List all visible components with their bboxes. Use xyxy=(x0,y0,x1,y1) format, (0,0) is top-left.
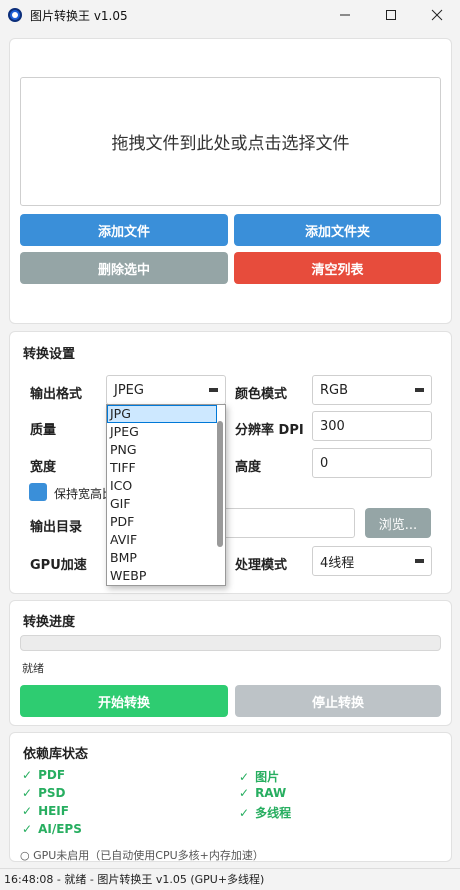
progress-panel: 转换进度 就绪 开始转换 停止转换 xyxy=(9,600,452,726)
dropdown-option[interactable]: TIFF xyxy=(107,459,217,477)
dependency-label: 图片 xyxy=(255,770,280,784)
check-icon: ✓ xyxy=(239,806,250,820)
quality-label: 质量 xyxy=(30,423,57,438)
dependency-item: ✓ 图片 xyxy=(239,768,279,785)
dropdown-option[interactable]: PNG xyxy=(107,441,217,459)
dependency-item: ✓ RAW xyxy=(239,786,286,800)
dependency-label: HEIF xyxy=(38,804,69,818)
keep-ratio-checkbox[interactable] xyxy=(29,483,47,501)
settings-panel: 转换设置 输出格式 JPEG 颜色模式 RGB 质量 分辨率 DPI 300 宽… xyxy=(9,331,452,594)
color-mode-label: 颜色模式 xyxy=(235,387,288,402)
process-mode-label: 处理模式 xyxy=(235,558,288,573)
output-format-label: 输出格式 xyxy=(30,387,83,402)
process-mode-select[interactable]: 4线程 xyxy=(312,546,432,576)
remove-selected-button[interactable]: 删除选中 xyxy=(20,252,228,284)
output-dir-label: 输出目录 xyxy=(30,520,83,535)
stop-convert-button[interactable]: 停止转换 xyxy=(235,685,441,717)
dependency-label: RAW xyxy=(255,786,287,800)
dependency-label: AI/EPS xyxy=(38,822,82,836)
dpi-input[interactable]: 300 xyxy=(312,411,432,441)
dependency-label: PDF xyxy=(38,768,66,782)
output-format-select[interactable]: JPEG xyxy=(106,375,226,405)
dependency-label: PSD xyxy=(38,786,66,800)
progress-bar xyxy=(20,635,441,651)
output-dir-input[interactable] xyxy=(222,508,355,538)
dependencies-panel: 依赖库状态 ✓ PDF ✓ 图片 ✓ PSD ✓ RAW ✓ HEIF ✓ 多线程 ✓ AI/EPS ○ … xyxy=(9,732,452,862)
dependencies-title: 依赖库状态 xyxy=(23,747,89,762)
dropdown-option[interactable]: JPEG xyxy=(107,423,217,441)
process-mode-value: 4线程 xyxy=(320,555,355,571)
dependency-item: ✓ AI/EPS xyxy=(22,822,82,836)
dependency-item: ✓ HEIF xyxy=(22,804,69,818)
file-panel: 拖拽文件到此处或点击选择文件 添加文件 添加文件夹 删除选中 清空列表 xyxy=(9,38,452,324)
dropdown-option[interactable]: GIF xyxy=(107,495,217,513)
check-icon: ✓ xyxy=(22,786,33,800)
check-icon: ✓ xyxy=(239,786,250,800)
settings-title: 转换设置 xyxy=(23,347,76,362)
dependency-item: ✓ PSD xyxy=(22,786,65,800)
dropdown-option[interactable]: ICO xyxy=(107,477,217,495)
gpu-label: GPU加速 xyxy=(30,558,87,573)
width-label: 宽度 xyxy=(30,460,57,475)
dropdown-arrow-icon xyxy=(209,388,218,392)
clear-list-button[interactable]: 清空列表 xyxy=(234,252,441,284)
dropdown-option[interactable]: AVIF xyxy=(107,531,217,549)
start-convert-button[interactable]: 开始转换 xyxy=(20,685,228,717)
minimize-icon xyxy=(340,14,350,16)
progress-status: 就绪 xyxy=(22,662,44,675)
check-icon: ✓ xyxy=(239,770,250,784)
dropdown-option[interactable]: PDF xyxy=(107,513,217,531)
maximize-button[interactable] xyxy=(368,0,414,30)
dropdown-option[interactable]: WEBP xyxy=(107,567,217,585)
dependency-item: ✓ 多线程 xyxy=(239,804,291,821)
height-label: 高度 xyxy=(235,460,262,475)
check-icon: ✓ xyxy=(22,822,33,836)
dpi-label: 分辨率 DPI xyxy=(235,423,304,438)
window-title: 图片转换王 v1.05 xyxy=(30,9,128,23)
check-icon: ✓ xyxy=(22,768,33,782)
add-folder-button[interactable]: 添加文件夹 xyxy=(234,214,441,246)
dependency-item: ✓ PDF xyxy=(22,768,65,782)
dropdown-option[interactable]: BMP xyxy=(107,549,217,567)
status-bar: 16:48:08 - 就绪 - 图片转换王 v1.05 (GPU+多线程) xyxy=(0,868,460,890)
add-files-button[interactable]: 添加文件 xyxy=(20,214,228,246)
gpu-note: ○ GPU未启用（已自动使用CPU多核+内存加速） xyxy=(20,849,264,862)
color-mode-select[interactable]: RGB xyxy=(312,375,432,405)
progress-title: 转换进度 xyxy=(23,615,76,630)
dropdown-option[interactable]: JPG xyxy=(107,405,217,423)
output-format-value: JPEG xyxy=(114,382,144,398)
drop-zone[interactable]: 拖拽文件到此处或点击选择文件 xyxy=(20,77,441,206)
browse-button[interactable]: 浏览... xyxy=(365,508,431,538)
keep-ratio-label: 保持宽高比 xyxy=(54,487,115,501)
height-input[interactable]: 0 xyxy=(312,448,432,478)
format-dropdown-list[interactable]: JPG JPEG PNG TIFF ICO GIF PDF AVIF BMP WEBP xyxy=(106,404,226,586)
dependency-label: 多线程 xyxy=(255,806,292,820)
title-bar: 图片转换王 v1.05 xyxy=(0,0,460,30)
dropdown-arrow-icon xyxy=(415,559,424,563)
app-icon xyxy=(8,8,22,22)
dropdown-arrow-icon xyxy=(415,388,424,392)
check-icon: ✓ xyxy=(22,804,33,818)
color-mode-value: RGB xyxy=(320,382,349,398)
dropdown-scrollbar[interactable] xyxy=(217,421,223,547)
maximize-icon xyxy=(386,10,396,20)
close-icon xyxy=(431,9,443,21)
close-button[interactable] xyxy=(414,0,460,30)
minimize-button[interactable] xyxy=(322,0,368,30)
